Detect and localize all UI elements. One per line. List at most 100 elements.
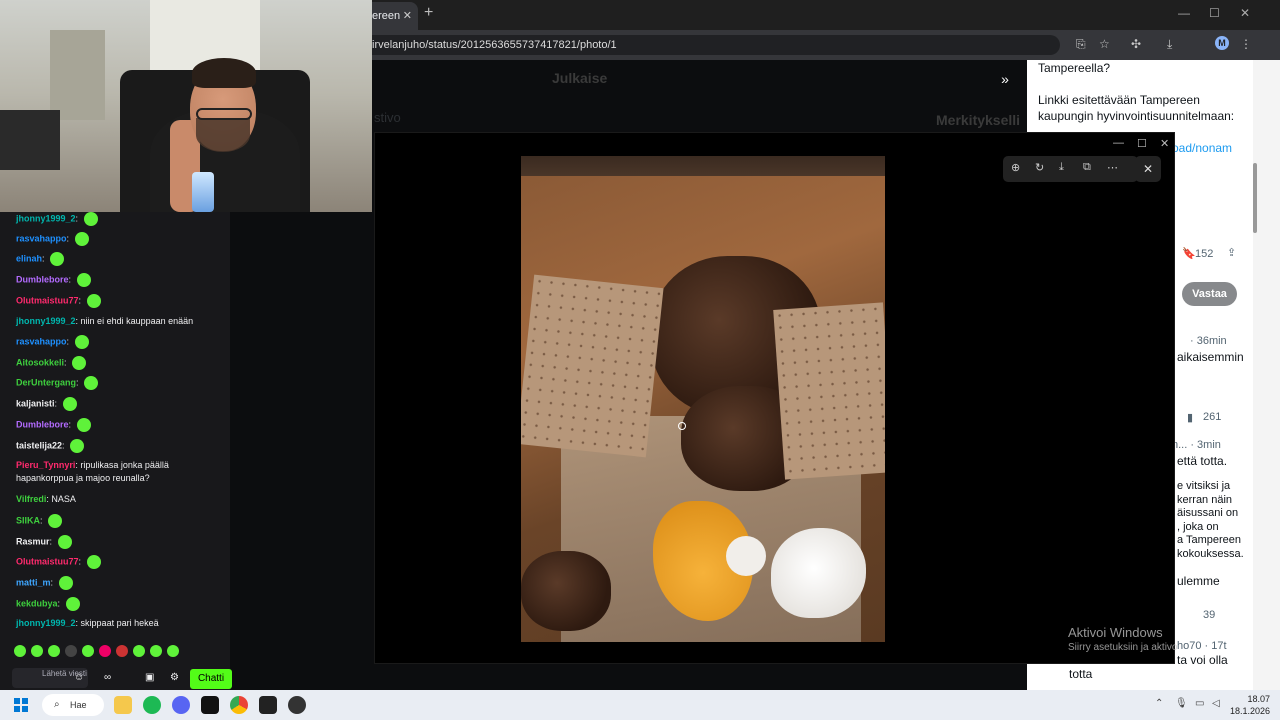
chat-emote-icon xyxy=(74,232,89,246)
viewer-minimize-icon[interactable]: — xyxy=(1113,137,1124,149)
open-external-icon[interactable]: ⧉ xyxy=(1083,161,1091,174)
chat-emote-icon xyxy=(76,273,91,287)
store-icon[interactable]: ▣ xyxy=(145,672,154,683)
file-explorer-icon[interactable] xyxy=(114,696,132,714)
chat-username[interactable]: Rasmur xyxy=(16,536,50,546)
activate-windows-watermark: Aktivoi Windows Siirry asetuksiin ja akt… xyxy=(1068,625,1177,653)
tray-display-icon[interactable]: ▭ xyxy=(1195,698,1204,709)
chat-message-text: skippaat pari hekeä xyxy=(80,618,159,628)
install-app-icon[interactable]: ⎘ xyxy=(1076,37,1086,52)
chat-message: Vilfredi: NASA xyxy=(16,494,76,504)
url-field[interactable]: irvelanjuho/status/2012563655737417821/p… xyxy=(360,35,1060,55)
thread-link[interactable]: oad/nonam xyxy=(1172,140,1232,156)
chat-username[interactable]: Dumblebore xyxy=(16,274,69,284)
chat-emote-icon xyxy=(58,576,73,590)
chat-username[interactable]: kekdubya xyxy=(16,598,58,608)
chat-username[interactable]: rasvahappo xyxy=(16,336,67,346)
chat-username[interactable]: kaljanisti xyxy=(16,398,55,408)
tray-volume-icon[interactable]: ◁ xyxy=(1212,698,1220,709)
spotify-icon[interactable] xyxy=(143,696,161,714)
viewer-toolbar: ⊕ ↻ ⤓ ⧉ ⋯ xyxy=(1003,156,1138,182)
scrollbar-thumb[interactable] xyxy=(1253,163,1257,233)
windows-start-icon[interactable] xyxy=(14,698,28,712)
thread-text-2: Linkki esitettävään Tampereen kaupungin … xyxy=(1038,93,1235,123)
chat-username[interactable]: Vilfredi xyxy=(16,494,46,504)
chat-message: jhonny1999_2: xyxy=(16,212,221,226)
close-window-icon[interactable]: ✕ xyxy=(1240,6,1250,20)
reply-button[interactable]: Vastaa xyxy=(1182,282,1237,306)
obs-icon[interactable] xyxy=(288,696,306,714)
chat-username[interactable]: SIIKA xyxy=(16,515,40,525)
screen: ereen ✕ + — ☐ ✕ irvelanjuho/status/20125… xyxy=(0,0,1280,720)
emoji-icon[interactable]: ☺ xyxy=(74,672,84,683)
settings-gear-icon[interactable]: ⚙ xyxy=(170,672,179,683)
activate-title: Aktivoi Windows xyxy=(1068,625,1163,640)
tray-mic-icon[interactable]: 🎙 xyxy=(1175,698,1188,709)
views-count-2: 39 xyxy=(1203,609,1216,621)
bookmark-icon[interactable]: 🔖 xyxy=(1182,247,1196,260)
chat-message: elinah: xyxy=(16,252,221,266)
chat-username[interactable]: elinah xyxy=(16,253,42,263)
minimize-icon[interactable]: — xyxy=(1178,6,1190,20)
menu-icon[interactable]: ⋮ xyxy=(1240,37,1252,51)
chat-username[interactable]: jhonny1999_2 xyxy=(16,618,76,628)
reply5-text2: totta xyxy=(1069,667,1093,681)
download-icon[interactable]: ⤓ xyxy=(1167,37,1172,52)
reply1-meta: · 36min xyxy=(1190,335,1227,347)
chat-message: jhonny1999_2: niin ei ehdi kauppaan enää… xyxy=(16,316,194,326)
viewer-maximize-icon[interactable]: ☐ xyxy=(1137,137,1147,150)
chat-username[interactable]: rasvahappo xyxy=(16,233,67,243)
share-icon[interactable]: ⇪ xyxy=(1227,246,1236,259)
chat-username[interactable]: jhonny1999_2 xyxy=(16,213,76,223)
profile-avatar[interactable]: M xyxy=(1215,36,1229,50)
chat-message: jhonny1999_2: skippaat pari hekeä xyxy=(16,618,159,628)
emote-bar[interactable] xyxy=(14,644,204,658)
rl-app-icon[interactable] xyxy=(259,696,277,714)
expand-panel-icon[interactable]: » xyxy=(992,66,1018,92)
photo-mayo xyxy=(771,528,866,618)
chat-username[interactable]: Pieru_Tynnyri xyxy=(16,460,75,470)
extensions-icon[interactable]: ✣ xyxy=(1131,37,1141,51)
close-tab-icon[interactable]: ✕ xyxy=(403,2,412,30)
webcam-hair xyxy=(192,58,256,88)
chat-username[interactable]: Olutmaistuu77 xyxy=(16,556,79,566)
bookmark-count: 152 xyxy=(1195,248,1214,260)
chat-send-button[interactable]: Chatti xyxy=(190,669,232,689)
chat-emote-icon xyxy=(76,418,91,432)
taskbar-clock[interactable]: 18.07 18.1.2026 xyxy=(1230,693,1270,717)
maximize-icon[interactable]: ☐ xyxy=(1209,6,1220,20)
chat-username[interactable]: DerUntergang xyxy=(16,377,76,387)
webcam-can xyxy=(192,172,214,212)
discord-icon[interactable] xyxy=(172,696,190,714)
bookmark-star-icon[interactable]: ☆ xyxy=(1099,37,1110,51)
points-icon[interactable]: ∞ xyxy=(104,672,111,683)
save-icon[interactable]: ⤓ xyxy=(1059,161,1064,174)
new-tab-icon[interactable]: + xyxy=(424,4,433,22)
mouse-cursor xyxy=(678,422,686,430)
views-count-1: 261 xyxy=(1203,411,1222,423)
chat-message: rasvahappo: xyxy=(16,335,221,349)
chat-username[interactable]: Aitosokkeli xyxy=(16,357,64,367)
reply4-text: ulemme xyxy=(1177,574,1220,588)
viewer-close-icon[interactable]: ✕ xyxy=(1135,156,1161,182)
webcam-feed xyxy=(0,0,372,212)
taskbar-search[interactable]: ⌕ Hae xyxy=(42,694,104,716)
reply5-text: ta voi olla xyxy=(1177,653,1228,667)
chat-username[interactable]: taistelija22 xyxy=(16,440,62,450)
x-app-icon[interactable] xyxy=(201,696,219,714)
chat-username[interactable]: Olutmaistuu77 xyxy=(16,295,79,305)
chat-username[interactable]: matti_m xyxy=(16,577,51,587)
chat-username[interactable]: jhonny1999_2 xyxy=(16,316,76,326)
reply5-meta: ho70 · 17t xyxy=(1177,640,1227,652)
viewer-close-window-icon[interactable]: ✕ xyxy=(1160,137,1169,150)
tray-chevron-icon[interactable]: ⌃ xyxy=(1155,698,1163,709)
chat-emote-icon xyxy=(72,356,87,370)
chrome-icon[interactable] xyxy=(230,696,248,714)
rotate-icon[interactable]: ↻ xyxy=(1035,161,1044,174)
views-icon: ▮ xyxy=(1187,412,1194,424)
chat-username[interactable]: Dumblebore xyxy=(16,419,69,429)
zoom-icon[interactable]: ⊕ xyxy=(1011,161,1020,174)
more-icon[interactable]: ⋯ xyxy=(1107,161,1118,174)
activate-subtitle: Siirry asetuksiin ja aktivo xyxy=(1068,642,1178,653)
page-scrollbar[interactable] xyxy=(1253,60,1280,690)
